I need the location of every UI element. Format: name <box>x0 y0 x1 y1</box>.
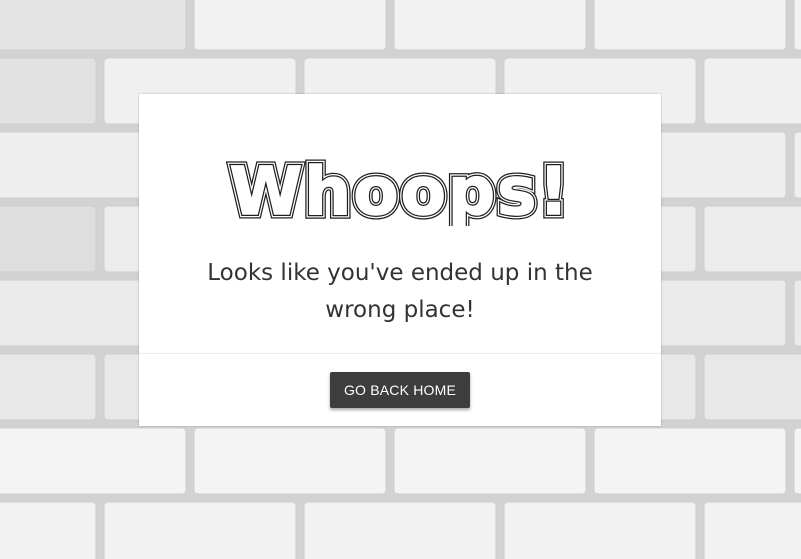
headline-art: Whoops! Whoops! Whoops! Whoops! <box>225 156 573 226</box>
go-back-home-button[interactable]: GO BACK HOME <box>330 372 470 408</box>
brick <box>593 0 787 51</box>
headline: Whoops! Whoops! Whoops! Whoops! <box>139 156 661 226</box>
brick <box>703 501 801 559</box>
brick <box>793 0 801 51</box>
svg-text:Whoops!: Whoops! <box>229 156 570 226</box>
brick <box>0 427 187 495</box>
brick <box>703 57 801 125</box>
brick <box>593 427 787 495</box>
brick <box>793 427 801 495</box>
brick <box>393 427 587 495</box>
brick <box>0 353 97 421</box>
card-footer: GO BACK HOME <box>139 354 661 426</box>
brick <box>303 501 497 559</box>
brick <box>793 131 801 199</box>
brick <box>193 0 387 51</box>
brick <box>0 0 187 51</box>
card-body: Whoops! Whoops! Whoops! Whoops! Looks li… <box>139 94 661 354</box>
brick <box>503 501 697 559</box>
brick <box>793 279 801 347</box>
brick <box>393 0 587 51</box>
error-card: Whoops! Whoops! Whoops! Whoops! Looks li… <box>139 94 661 426</box>
brick <box>703 205 801 273</box>
brick <box>103 501 297 559</box>
brick <box>703 353 801 421</box>
brick <box>0 57 97 125</box>
error-message: Looks like you've ended up in the wrong … <box>207 260 593 323</box>
brick <box>193 427 387 495</box>
brick <box>0 205 97 273</box>
brick <box>0 501 97 559</box>
